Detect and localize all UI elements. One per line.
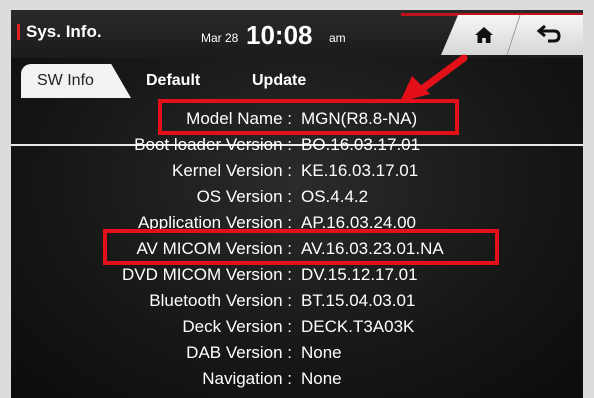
tab-sw-info[interactable]: SW Info [37, 72, 94, 90]
av-micom-highlight-box [103, 229, 499, 265]
clock-time: 10:08 [246, 20, 313, 50]
back-button[interactable] [518, 15, 580, 55]
info-row-kernel: Kernel Version : KE.16.03.17.01 [11, 158, 583, 184]
model-name-highlight-box [158, 99, 459, 135]
head-unit-screen: Sys. Info. Mar 28 10:08 am SW Info Defau… [11, 10, 583, 398]
home-button[interactable] [456, 15, 511, 55]
info-label: OS Version : [196, 187, 292, 206]
clock-ampm: am [329, 31, 346, 45]
info-value: DV.15.12.17.01 [301, 265, 418, 284]
info-value: DECK.T3A03K [301, 317, 415, 336]
annotation-arrow-icon [400, 54, 468, 102]
info-row-deck: Deck Version : DECK.T3A03K [11, 314, 583, 340]
info-label: Navigation : [202, 369, 292, 388]
info-value: BO.16.03.17.01 [301, 135, 421, 154]
info-value: BT.15.04.03.01 [301, 291, 416, 310]
tab-update[interactable]: Update [252, 72, 306, 90]
info-row-dvd-micom: DVD MICOM Version : DV.15.12.17.01 [11, 262, 583, 288]
info-label: Kernel Version : [171, 161, 292, 180]
info-row-dab: DAB Version : None [11, 340, 583, 366]
title-accent [17, 24, 20, 40]
info-value: None [301, 369, 342, 388]
info-row-boot-loader: Boot loader Version : BO.16.03.17.01 [11, 132, 583, 158]
back-arrow-icon [536, 25, 561, 43]
info-row-navigation: Navigation : None [11, 366, 583, 392]
info-label: DVD MICOM Version : [121, 265, 292, 284]
tab-bar: SW Info Default Update [11, 58, 583, 146]
home-icon [474, 27, 493, 43]
tab-default[interactable]: Default [146, 72, 200, 90]
page-title: Sys. Info. [26, 22, 102, 41]
date-label: Mar 28 [201, 31, 239, 45]
top-bar: Sys. Info. Mar 28 10:08 am [11, 10, 583, 58]
info-value: None [301, 343, 342, 362]
info-value: KE.16.03.17.01 [301, 161, 419, 180]
info-label: DAB Version : [186, 343, 292, 362]
info-row-os: OS Version : OS.4.4.2 [11, 184, 583, 210]
info-label: Deck Version : [182, 317, 292, 336]
info-value: OS.4.4.2 [301, 187, 369, 206]
info-label: Bluetooth Version : [149, 291, 292, 310]
info-label: Boot loader Version : [134, 135, 292, 154]
info-row-bluetooth: Bluetooth Version : BT.15.04.03.01 [11, 288, 583, 314]
